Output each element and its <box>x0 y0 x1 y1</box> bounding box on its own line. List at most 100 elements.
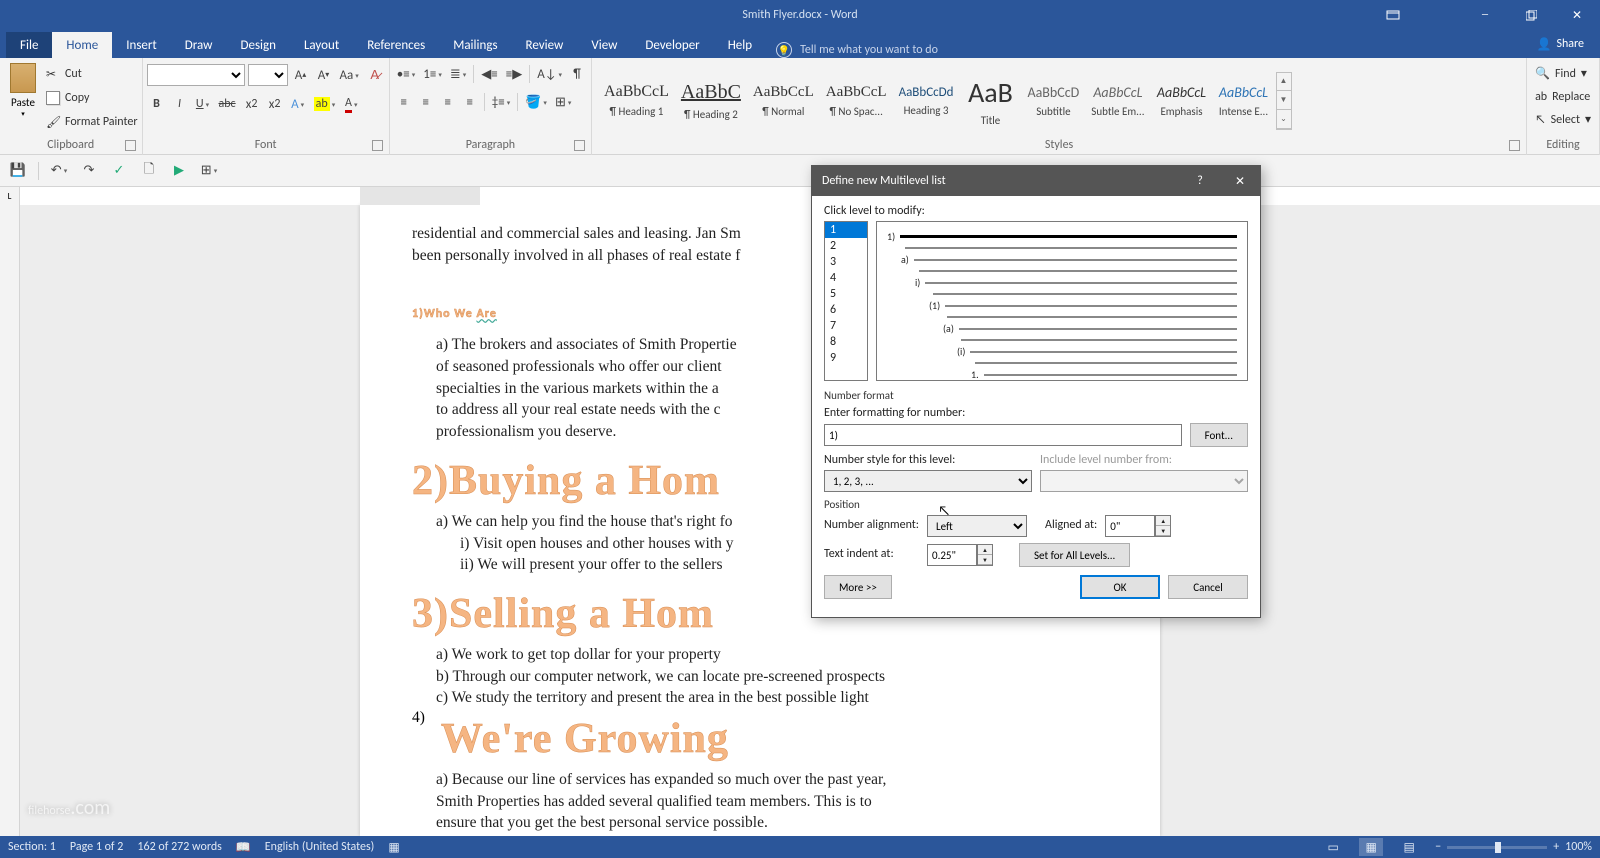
highlight-button[interactable]: ab <box>311 94 339 114</box>
qat-undo-button[interactable]: ↶ <box>47 159 71 183</box>
level-2[interactable]: 2 <box>825 238 867 254</box>
number-style-dropdown[interactable]: 1, 2, 3, ... <box>824 470 1032 492</box>
include-level-dropdown[interactable] <box>1040 470 1248 492</box>
show-marks-button[interactable]: ¶ <box>567 64 587 84</box>
tab-insert[interactable]: Insert <box>112 32 171 58</box>
styles-launcher[interactable] <box>1509 140 1520 151</box>
status-page[interactable]: Page 1 of 2 <box>70 840 124 854</box>
borders-button[interactable]: ⊞ <box>552 92 574 112</box>
read-mode-button[interactable]: ▭ <box>1321 838 1345 856</box>
level-listbox[interactable]: 123456789 <box>824 221 868 381</box>
level-8[interactable]: 8 <box>825 334 867 350</box>
justify-button[interactable]: ≡ <box>460 92 480 112</box>
tab-draw[interactable]: Draw <box>171 32 227 58</box>
shading-button[interactable]: 🪣 <box>522 92 550 112</box>
copy-button[interactable]: Copy <box>46 88 138 108</box>
underline-button[interactable]: U <box>193 94 213 114</box>
level-5[interactable]: 5 <box>825 286 867 302</box>
subscript-button[interactable]: x2 <box>242 94 262 114</box>
print-layout-button[interactable]: ▦ <box>1359 838 1383 856</box>
tab-home[interactable]: Home <box>52 32 112 58</box>
share-button[interactable]: 👤Share <box>1528 30 1592 58</box>
status-words[interactable]: 162 of 272 words <box>137 840 221 854</box>
style---heading-2[interactable]: AaBbC¶ Heading 2 <box>676 72 746 130</box>
style-title[interactable]: AaBTitle <box>960 72 1020 130</box>
clear-formatting-button[interactable]: A̷ <box>365 65 385 85</box>
font-launcher[interactable] <box>372 140 383 151</box>
qat-form-button[interactable]: ⊞ <box>197 159 221 183</box>
cancel-button[interactable]: Cancel <box>1168 575 1248 599</box>
format-painter-button[interactable]: 🖌Format Painter <box>46 112 138 132</box>
qat-new-button[interactable]: 🗋 <box>137 159 161 183</box>
tab-review[interactable]: Review <box>512 32 578 58</box>
multilevel-button[interactable]: ≣ <box>447 64 469 84</box>
aligned-at-spinner[interactable]: ▲▼ <box>1105 515 1171 537</box>
qat-save-button[interactable]: 💾 <box>6 159 30 183</box>
zoom-control[interactable]: − + 100% <box>1435 840 1592 854</box>
clipboard-launcher[interactable] <box>125 140 136 151</box>
number-alignment-dropdown[interactable]: Left <box>927 515 1027 537</box>
qat-play-button[interactable]: ▶ <box>167 159 191 183</box>
status-section[interactable]: Section: 1 <box>8 840 56 854</box>
tab-layout[interactable]: Layout <box>290 32 353 58</box>
number-format-input[interactable] <box>824 424 1182 446</box>
grow-font-button[interactable]: A▴ <box>291 65 311 85</box>
level-6[interactable]: 6 <box>825 302 867 318</box>
superscript-button[interactable]: x2 <box>265 94 285 114</box>
decrease-indent-button[interactable]: ◀≡ <box>478 64 500 84</box>
paragraph-launcher[interactable] <box>574 140 585 151</box>
paste-button[interactable]: Paste ▾ <box>4 60 42 138</box>
level-7[interactable]: 7 <box>825 318 867 334</box>
tab-developer[interactable]: Developer <box>631 32 713 58</box>
find-button[interactable]: 🔍Find ▾ <box>1531 63 1595 84</box>
select-button[interactable]: ↖Select ▾ <box>1531 109 1595 130</box>
style-subtitle[interactable]: AaBbCcDSubtitle <box>1022 72 1084 130</box>
tab-file[interactable]: File <box>6 32 52 58</box>
close-button[interactable]: ✕ <box>1554 0 1600 30</box>
italic-button[interactable]: I <box>170 94 190 114</box>
change-case-button[interactable]: Aa <box>337 65 362 85</box>
font-color-button[interactable]: A <box>341 94 361 114</box>
level-1[interactable]: 1 <box>825 222 867 238</box>
strikethrough-button[interactable]: abc <box>216 94 239 114</box>
vertical-ruler[interactable] <box>0 205 20 836</box>
level-3[interactable]: 3 <box>825 254 867 270</box>
dialog-title-bar[interactable]: Define new Multilevel list ? ✕ <box>812 166 1260 196</box>
maximize-button[interactable] <box>1508 0 1554 30</box>
dialog-help-button[interactable]: ? <box>1180 166 1220 196</box>
more-button[interactable]: More >> <box>824 575 892 599</box>
align-right-button[interactable]: ≡ <box>438 92 458 112</box>
zoom-slider[interactable] <box>1447 846 1547 849</box>
replace-button[interactable]: abReplace <box>1531 86 1595 107</box>
ribbon-display-button[interactable] <box>1370 0 1416 30</box>
set-all-levels-button[interactable]: Set for All Levels... <box>1019 543 1130 567</box>
text-effects-button[interactable]: A <box>288 94 308 114</box>
ok-button[interactable]: OK <box>1080 575 1160 599</box>
style---no-spac---[interactable]: AaBbCcL¶ No Spac... <box>821 72 892 130</box>
style-emphasis[interactable]: AaBbCcLEmphasis <box>1152 72 1212 130</box>
qat-check-button[interactable]: ✓ <box>107 159 131 183</box>
align-center-button[interactable]: ≡ <box>416 92 436 112</box>
shrink-font-button[interactable]: A▾ <box>314 65 334 85</box>
zoom-in-button[interactable]: + <box>1553 840 1559 854</box>
level-9[interactable]: 9 <box>825 350 867 366</box>
minimize-button[interactable]: ─ <box>1462 0 1508 30</box>
status-language[interactable]: English (United States) <box>265 840 375 854</box>
bold-button[interactable]: B <box>147 94 167 114</box>
dialog-close-button[interactable]: ✕ <box>1220 166 1260 196</box>
styles-scroll[interactable]: ▲▼⌄ <box>1276 72 1292 130</box>
tab-help[interactable]: Help <box>714 32 766 58</box>
tab-design[interactable]: Design <box>226 32 289 58</box>
zoom-percent[interactable]: 100% <box>1565 840 1592 854</box>
font-button[interactable]: Font... <box>1190 423 1248 447</box>
tab-view[interactable]: View <box>577 32 631 58</box>
sort-button[interactable]: A↓ <box>534 64 565 84</box>
font-size-dropdown[interactable] <box>248 64 288 86</box>
status-macro-icon[interactable]: ▦ <box>388 840 399 855</box>
bullets-button[interactable]: •≡ <box>394 64 418 84</box>
status-spell-icon[interactable]: 📖 <box>236 840 251 855</box>
tell-me-search[interactable]: 💡Tell me what you want to do <box>776 42 938 58</box>
tab-references[interactable]: References <box>353 32 439 58</box>
numbering-button[interactable]: 1≡ <box>420 64 445 84</box>
increase-indent-button[interactable]: ≡▶ <box>503 64 525 84</box>
